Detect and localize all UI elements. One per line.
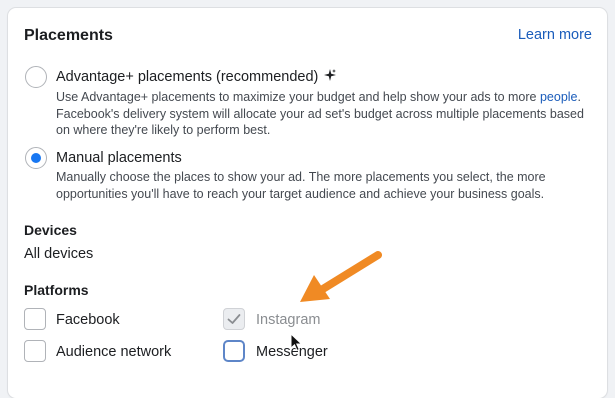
advantage-placements-option[interactable]: Advantage+ placements (recommended) (56, 69, 337, 85)
audience-network-label[interactable]: Audience network (56, 344, 171, 360)
instagram-label[interactable]: Instagram (256, 312, 320, 328)
audience-network-checkbox[interactable] (24, 340, 46, 362)
facebook-checkbox[interactable] (24, 308, 46, 330)
devices-heading: Devices (24, 222, 77, 238)
instagram-checkbox[interactable] (223, 308, 245, 330)
people-link[interactable]: people (540, 90, 578, 104)
manual-placements-radio[interactable] (25, 147, 47, 169)
advantage-desc-text-1: Use Advantage+ placements to maximize yo… (56, 90, 540, 104)
sparkle-icon (324, 69, 337, 85)
advantage-placements-radio[interactable] (25, 66, 47, 88)
advantage-placements-description: Use Advantage+ placements to maximize yo… (56, 89, 596, 139)
placements-title: Placements (24, 27, 113, 44)
manual-placements-description: Manually choose the places to show your … (56, 170, 546, 201)
placements-card: Placements Learn more Advantage+ placeme… (8, 8, 607, 398)
platforms-heading: Platforms (24, 282, 89, 298)
devices-value[interactable]: All devices (24, 246, 93, 262)
checkmark-icon (227, 314, 241, 324)
messenger-checkbox[interactable] (223, 340, 245, 362)
facebook-label[interactable]: Facebook (56, 312, 120, 328)
learn-more-link[interactable]: Learn more (518, 27, 592, 43)
mouse-cursor-icon (290, 333, 303, 352)
advantage-placements-label: Advantage+ placements (recommended) (56, 69, 319, 85)
manual-placements-label[interactable]: Manual placements (56, 150, 182, 166)
orange-arrow-annotation (300, 251, 382, 302)
